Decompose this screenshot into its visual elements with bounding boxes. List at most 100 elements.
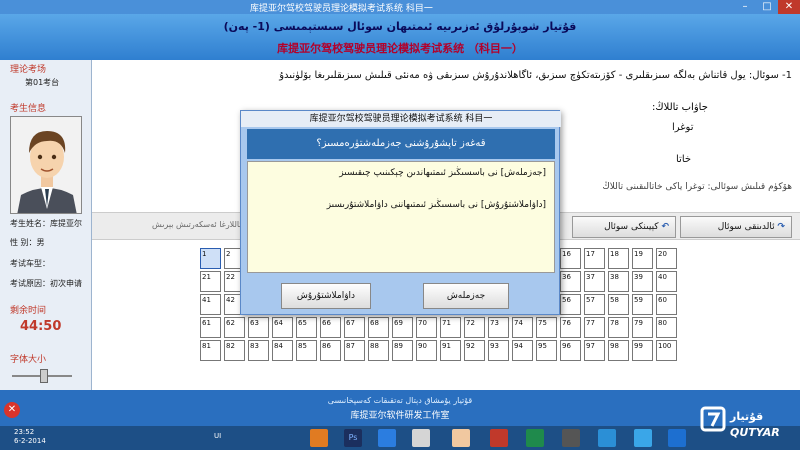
network-icon[interactable] — [668, 429, 686, 447]
question-cell-100[interactable]: 100 — [656, 340, 677, 361]
dialog-heading: قەغەز تاپشۇرۇشنى جەزملەشتۈرەمسىز؟ — [247, 129, 555, 159]
question-cell-64[interactable]: 64 — [272, 317, 293, 338]
question-cell-84[interactable]: 84 — [272, 340, 293, 361]
question-cell-78[interactable]: 78 — [608, 317, 629, 338]
dialog-title: 库提亚尔驾校驾驶员理论模拟考试系统 科目一 — [241, 111, 561, 127]
question-cell-92[interactable]: 92 — [464, 340, 485, 361]
question-cell-63[interactable]: 63 — [248, 317, 269, 338]
explorer-icon[interactable] — [310, 429, 328, 447]
question-cell-36[interactable]: 36 — [560, 271, 581, 292]
windows-icon[interactable] — [378, 429, 396, 447]
question-cell-61[interactable]: 61 — [200, 317, 221, 338]
question-cell-70[interactable]: 70 — [416, 317, 437, 338]
question-cell-58[interactable]: 58 — [608, 294, 629, 315]
calendar-icon[interactable] — [412, 429, 430, 447]
question-cell-73[interactable]: 73 — [488, 317, 509, 338]
question-cell-19[interactable]: 19 — [632, 248, 653, 269]
question-cell-76[interactable]: 76 — [560, 317, 581, 338]
question-cell-71[interactable]: 71 — [440, 317, 461, 338]
question-cell-91[interactable]: 91 — [440, 340, 461, 361]
question-cell-57[interactable]: 57 — [584, 294, 605, 315]
question-cell-59[interactable]: 59 — [632, 294, 653, 315]
photoshop-icon[interactable]: Ps — [344, 429, 362, 447]
question-cell-98[interactable]: 98 — [608, 340, 629, 361]
question-cell-81[interactable]: 81 — [200, 340, 221, 361]
question-cell-41[interactable]: 41 — [200, 294, 221, 315]
question-cell-18[interactable]: 18 — [608, 248, 629, 269]
cloud-icon[interactable] — [634, 429, 652, 447]
question-cell-75[interactable]: 75 — [536, 317, 557, 338]
footer-text-uyghur: قۇتيار يۇمشاق دېتال تەتقىقات كەسپخانىسى — [327, 396, 473, 405]
question-cell-86[interactable]: 86 — [320, 340, 341, 361]
option-true[interactable]: توغرا — [672, 122, 693, 133]
exam-reason: 考试原因：初次申请 — [10, 279, 82, 288]
answer-label: جاۋاب تاللاڭ: — [652, 102, 708, 113]
question-cell-83[interactable]: 83 — [248, 340, 269, 361]
time-left-label: 剩余时间 — [10, 306, 47, 316]
question-cell-16[interactable]: 16 — [560, 248, 581, 269]
question-cell-56[interactable]: 56 — [560, 294, 581, 315]
undo-icon: ↶ — [661, 222, 669, 232]
question-cell-39[interactable]: 39 — [632, 271, 653, 292]
avatar-icon — [11, 117, 81, 213]
question-cell-21[interactable]: 21 — [200, 271, 221, 292]
green-app-icon[interactable] — [526, 429, 544, 447]
qutyar-logo: قۇتيار QUTYAR — [700, 404, 796, 448]
close-button[interactable]: ✕ — [778, 0, 800, 14]
drive-icon[interactable] — [562, 429, 580, 447]
question-cell-17[interactable]: 17 — [584, 248, 605, 269]
question-cell-67[interactable]: 67 — [344, 317, 365, 338]
header-title-chinese: 库提亚尔驾校驾驶员理论模拟考试系统 （科目一） — [277, 42, 523, 55]
confirm-submit-button[interactable]: جەزملەش — [423, 283, 509, 309]
question-cell-79[interactable]: 79 — [632, 317, 653, 338]
question-cell-95[interactable]: 95 — [536, 340, 557, 361]
question-cell-74[interactable]: 74 — [512, 317, 533, 338]
question-cell-1[interactable]: 1 — [200, 248, 221, 269]
maximize-button[interactable]: □ — [756, 0, 778, 14]
question-cell-60[interactable]: 60 — [656, 294, 677, 315]
candidate-gender: 性 别：男 — [10, 238, 45, 247]
media-icon[interactable] — [490, 429, 508, 447]
exam-app-icon[interactable] — [452, 429, 470, 447]
question-cell-62[interactable]: 62 — [224, 317, 245, 338]
dialog-line-submit: [جەزملەش] نى باسسىڭىز ئىمتىھاندىن چېكىنى… — [339, 168, 546, 178]
question-cell-97[interactable]: 97 — [584, 340, 605, 361]
next-question-button[interactable]: ↶ كېيىنكى سوئال — [572, 216, 676, 238]
question-cell-90[interactable]: 90 — [416, 340, 437, 361]
dialog-body: [جەزملەش] نى باسسىڭىز ئىمتىھاندىن چېكىنى… — [247, 161, 555, 273]
question-cell-20[interactable]: 20 — [656, 248, 677, 269]
continue-exam-button[interactable]: داۋاملاشتۇرۇش — [281, 283, 371, 309]
qq-icon[interactable] — [598, 429, 616, 447]
exam-room-label: 理论考场 — [10, 65, 47, 75]
question-cell-38[interactable]: 38 — [608, 271, 629, 292]
question-cell-77[interactable]: 77 — [584, 317, 605, 338]
question-cell-85[interactable]: 85 — [296, 340, 317, 361]
submit-confirm-dialog: 库提亚尔驾校驾驶员理论模拟考试系统 科目一 قەغەز تاپشۇرۇشنى ج… — [240, 110, 561, 315]
question-cell-68[interactable]: 68 — [368, 317, 389, 338]
question-cell-40[interactable]: 40 — [656, 271, 677, 292]
question-cell-69[interactable]: 69 — [392, 317, 413, 338]
candidate-panel: 理论考场 第01考台 考生信息 考生姓名：库提亚尔 性 别：男 考试车型： 考试… — [0, 60, 92, 405]
app-header: قۇتيار شوپۇرلۇق ئەزىرىيە ئىمتىھان سوئال … — [0, 14, 800, 60]
question-cell-96[interactable]: 96 — [560, 340, 581, 361]
ime-indicator[interactable]: UI — [214, 432, 221, 440]
question-cell-65[interactable]: 65 — [296, 317, 317, 338]
question-cell-82[interactable]: 82 — [224, 340, 245, 361]
question-cell-94[interactable]: 94 — [512, 340, 533, 361]
footer-text-chinese: 库提亚尔软件研发工作室 — [350, 411, 450, 421]
previous-question-button[interactable]: ↷ ئالدىنقى سوئال — [680, 216, 792, 238]
question-cell-88[interactable]: 88 — [368, 340, 389, 361]
question-cell-99[interactable]: 99 — [632, 340, 653, 361]
font-size-slider-thumb[interactable] — [40, 369, 48, 383]
option-false[interactable]: خاتا — [676, 154, 691, 165]
question-cell-80[interactable]: 80 — [656, 317, 677, 338]
question-cell-72[interactable]: 72 — [464, 317, 485, 338]
question-cell-87[interactable]: 87 — [344, 340, 365, 361]
exit-icon[interactable]: ✕ — [4, 402, 20, 418]
question-cell-89[interactable]: 89 — [392, 340, 413, 361]
candidate-info-label: 考生信息 — [10, 104, 47, 114]
question-cell-66[interactable]: 66 — [320, 317, 341, 338]
question-cell-93[interactable]: 93 — [488, 340, 509, 361]
minimize-button[interactable]: – — [734, 0, 756, 14]
question-cell-37[interactable]: 37 — [584, 271, 605, 292]
